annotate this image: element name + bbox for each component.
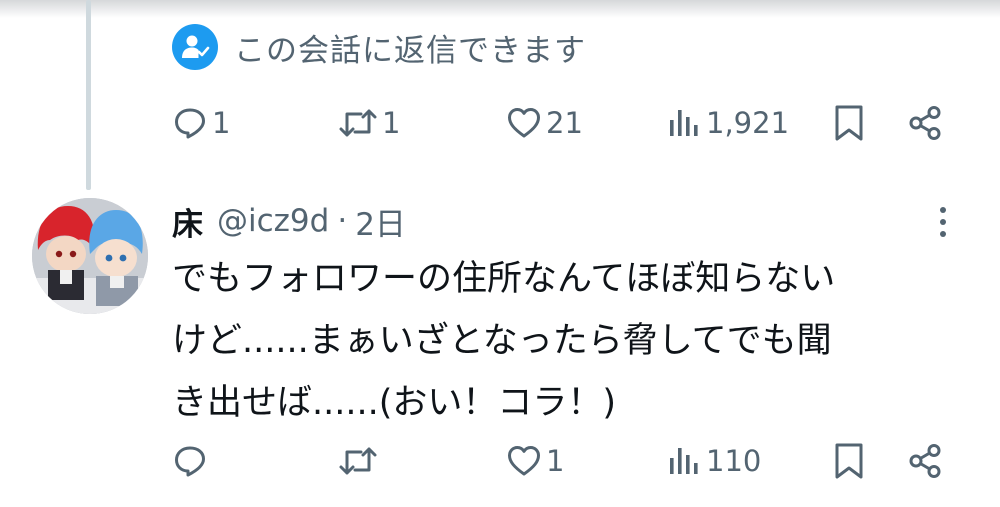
header-separator: · bbox=[337, 203, 348, 239]
tweet-text-line: き出せば......(おい！コラ！) bbox=[172, 383, 617, 423]
reply-action-bar: 1 110 bbox=[172, 436, 952, 486]
views-icon bbox=[670, 110, 698, 136]
like-button[interactable]: 1 bbox=[506, 436, 564, 486]
share-button[interactable] bbox=[906, 436, 944, 486]
more-options-button[interactable] bbox=[928, 202, 958, 242]
like-count: 21 bbox=[546, 106, 583, 140]
views-button[interactable]: 110 bbox=[666, 436, 761, 486]
tweet-text-line: でもフォロワーの住所なんてほぼ知らない bbox=[172, 259, 836, 299]
reply-icon bbox=[175, 108, 205, 139]
bookmark-icon bbox=[835, 443, 863, 479]
more-icon bbox=[940, 207, 946, 213]
tweet-text-line: けど......まぁいざとなったら脅してでも聞 bbox=[172, 321, 832, 361]
retweet-count: 1 bbox=[382, 106, 401, 140]
tweet-timestamp[interactable]: 2日 bbox=[355, 199, 406, 244]
reply-count: 1 bbox=[212, 106, 231, 140]
share-icon bbox=[909, 444, 941, 478]
reply-button[interactable] bbox=[172, 436, 212, 486]
top-shadow bbox=[0, 0, 1000, 18]
reply-permission-text: この会話に返信できます bbox=[234, 32, 586, 69]
tweet-text: でもフォロワーの住所なんてほぼ知らない けど......まぁいざとなったら脅して… bbox=[172, 248, 972, 434]
reply-icon bbox=[175, 446, 205, 477]
retweet-button[interactable] bbox=[338, 436, 382, 486]
retweet-icon bbox=[339, 109, 377, 137]
user-handle[interactable]: @icz9d bbox=[217, 203, 329, 239]
avatar[interactable] bbox=[32, 198, 148, 314]
reply-permission-notice[interactable]: この会話に返信できます bbox=[172, 22, 586, 72]
avatar-image bbox=[32, 198, 148, 314]
like-icon bbox=[508, 108, 540, 138]
view-count: 1,921 bbox=[706, 106, 790, 140]
views-button[interactable]: 1,921 bbox=[666, 98, 789, 148]
reply-button[interactable]: 1 bbox=[172, 98, 230, 148]
retweet-button[interactable]: 1 bbox=[338, 98, 400, 148]
view-count: 110 bbox=[706, 444, 762, 478]
display-name[interactable]: 床 bbox=[172, 199, 203, 244]
bookmark-button[interactable] bbox=[832, 436, 866, 486]
like-icon bbox=[508, 446, 540, 476]
like-count: 1 bbox=[546, 444, 565, 478]
reply-permission-icon bbox=[172, 24, 218, 70]
like-button[interactable]: 21 bbox=[506, 98, 583, 148]
bookmark-button[interactable] bbox=[832, 98, 866, 148]
tweet-header: 床 @icz9d · 2日 bbox=[172, 198, 406, 244]
share-icon bbox=[909, 106, 941, 140]
thread-connector-line bbox=[86, 0, 91, 190]
parent-action-bar: 1 1 21 1,921 bbox=[172, 98, 952, 148]
share-button[interactable] bbox=[906, 98, 944, 148]
bookmark-icon bbox=[835, 105, 863, 141]
views-icon bbox=[670, 448, 698, 474]
retweet-icon bbox=[339, 447, 377, 475]
